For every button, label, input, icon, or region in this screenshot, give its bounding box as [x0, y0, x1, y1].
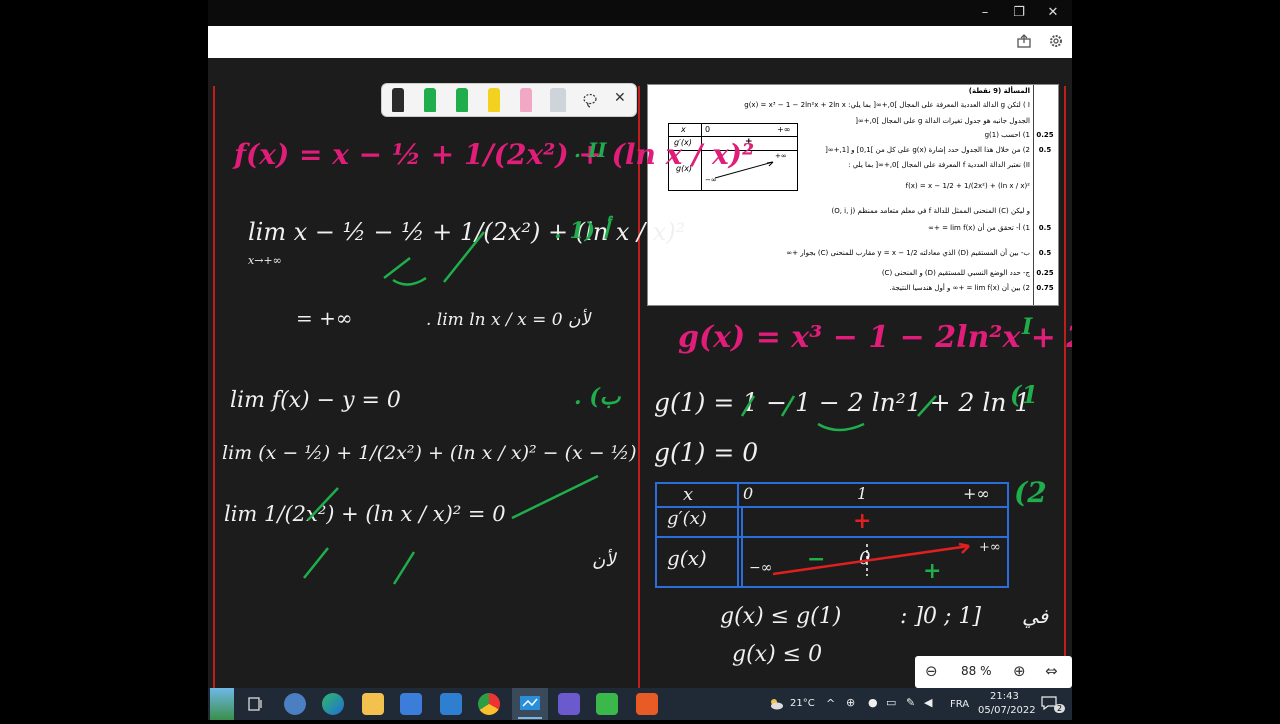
gtable-x-one: 1 — [857, 484, 868, 503]
pen-tool-black[interactable] — [392, 88, 404, 112]
chevron-up-icon[interactable]: ^ — [826, 697, 835, 710]
part-I-label: I — [1022, 314, 1033, 340]
close-toolbar-button[interactable]: ✕ — [614, 90, 626, 106]
camtasia-orange-icon[interactable] — [636, 693, 658, 715]
points-value: 0.25 — [1036, 269, 1054, 277]
gtable-x-label: x — [683, 484, 694, 505]
arabic-in-note: في — [1022, 604, 1049, 628]
question-1-label: (1 — [1010, 380, 1039, 409]
points-value: 0.5 — [1038, 249, 1052, 257]
problem-line: ج- حدد الوضع النسبي للمستقيم (D) و المنح… — [881, 269, 1030, 277]
margin-line-middle — [638, 86, 640, 688]
file-explorer-icon[interactable] — [362, 693, 384, 715]
zoom-in-button[interactable]: ⊕ — [1013, 662, 1026, 680]
points-value: 0.75 — [1036, 284, 1054, 292]
close-button[interactable]: ✕ — [1038, 3, 1068, 23]
inequality-g-le-0: g(x) ≤ 0 — [732, 642, 823, 667]
eraser-tool[interactable] — [520, 88, 532, 112]
clock-time[interactable]: 21:43 — [990, 691, 1019, 702]
pen-toolbar: ✕ — [381, 83, 637, 117]
taskbar: 21°C ^ ⊕ ● ▭ ✎ ◀ FRA 21:43 05/07/2022 2 — [208, 688, 1072, 720]
gtable-gprime-sign: + — [853, 508, 872, 534]
green-strike-marks-g1 — [740, 395, 937, 432]
margin-line-left — [213, 86, 215, 688]
app-icon-purple[interactable] — [558, 693, 580, 715]
part-II-label: . II — [574, 138, 607, 162]
gear-icon[interactable] — [1047, 33, 1065, 51]
app-bar — [208, 26, 1072, 59]
app-icon-blue-round[interactable] — [284, 693, 306, 715]
points-value: 0.5 — [1038, 224, 1052, 232]
problem-statement: المسألة (9 نقطة) I ) لتكن g الدالة العدد… — [647, 84, 1059, 306]
gtable-x-zero: 0 — [743, 484, 754, 503]
maximize-button[interactable]: ❐ — [1004, 3, 1034, 23]
green-strike-marks — [303, 231, 599, 585]
problem-line: 1) أ- تحقق من أن lim f(x) = +∞ — [928, 224, 1030, 232]
table-x-start: 0 — [705, 125, 711, 134]
chrome-icon[interactable] — [478, 693, 500, 715]
problem-line: f(x) = x − 1/2 + 1/(2x²) + (ln x / x)² — [905, 182, 1030, 190]
clock-date[interactable]: 05/07/2022 — [978, 705, 1036, 716]
table-x-label: x — [681, 125, 686, 134]
letterbox-right — [1072, 0, 1280, 720]
language-indicator[interactable]: FRA — [950, 699, 969, 710]
camtasia-green-icon[interactable] — [596, 693, 618, 715]
g-variation-table: x 0 1 +∞ g′(x) + g(x) −∞ 0 +∞ − + — [655, 482, 1009, 588]
zoom-control: ⊖ 88 % ⊕ ⇔ — [915, 656, 1072, 688]
problem-line: 2) من خلال هذا الجدول حدد إشارة g(x) على… — [825, 146, 1030, 154]
widget-thumbnail[interactable] — [210, 688, 234, 720]
interval-label: : ]0 ; 1] — [900, 604, 981, 629]
pen-tool-green-2[interactable] — [456, 88, 468, 112]
gtable-x-inf: +∞ — [963, 484, 990, 503]
letterbox-left — [0, 0, 208, 720]
store-icon[interactable] — [400, 693, 422, 715]
problem-line: و ليكن (C) المنحنى الممثل للدالة f في مع… — [831, 207, 1030, 215]
margin-line-right — [1064, 86, 1066, 688]
problem-line: I ) لتكن g الدالة العددية المعرفة على ال… — [744, 101, 1030, 109]
whiteboard-window: – ❐ ✕ ✕ المسألة (9 نقطة) I) لتكن g الدا… — [208, 0, 1072, 688]
pen-icon[interactable]: ✎ — [906, 696, 915, 709]
problem-line: 2) بين أن lim f(x) = +∞ و أول هندسيا الن… — [889, 284, 1030, 292]
problem-header: المسألة (9 نقطة) — [968, 87, 1030, 95]
gtable-g-label: g(x) — [667, 546, 707, 570]
points-value: 0.5 — [1038, 146, 1052, 154]
highlighter-tool[interactable] — [488, 88, 500, 112]
gtable-gprime-label: g′(x) — [667, 508, 707, 529]
mail-icon[interactable] — [440, 693, 462, 715]
speaker-icon[interactable]: ◀ — [924, 696, 932, 709]
canvas-board[interactable]: ✕ المسألة (9 نقطة) I ) لتكن g الدالة الع… — [208, 58, 1072, 688]
f-definition: f(x) = x − ½ + 1/(2x²) + (ln x / x)² — [234, 138, 755, 171]
g1-result: g(1) = 0 — [654, 438, 759, 467]
problem-line: ب- بين أن المستقيم (D) الذي معادلته y = … — [786, 249, 1030, 257]
whiteboard-app-icon[interactable] — [512, 688, 548, 720]
zoom-out-button[interactable]: ⊖ — [925, 662, 938, 680]
fit-to-screen-button[interactable]: ⇔ — [1045, 662, 1058, 680]
problem-line: 1) احسب g(1) — [984, 131, 1030, 139]
display-icon[interactable]: ▭ — [886, 696, 896, 709]
title-bar: – ❐ ✕ — [208, 0, 1072, 26]
points-value: 0.25 — [1036, 131, 1054, 139]
share-icon[interactable] — [1015, 33, 1033, 51]
ruler-tool[interactable] — [550, 88, 566, 112]
edge-icon[interactable] — [322, 693, 344, 715]
lasso-icon[interactable] — [582, 92, 598, 108]
gtable-increase-arrow — [772, 542, 970, 576]
problem-line: الجدول جانبه هو جدول تغيرات الدالة g على… — [855, 117, 1030, 125]
question-2-label: (2 — [1014, 476, 1047, 509]
limit-subscript-1: x→+∞ — [248, 254, 282, 267]
notification-count: 2 — [1054, 704, 1066, 713]
table-x-end: +∞ — [777, 125, 791, 134]
g-definition: g(x) = x³ − 1 − 2ln²x + 2ln x — [678, 320, 1072, 355]
inequality-g-le-g1: g(x) ≤ g(1) — [720, 604, 842, 629]
network-icon[interactable]: ⊕ — [846, 696, 855, 709]
microphone-icon[interactable]: ● — [868, 696, 878, 709]
gtable-g-pinf: +∞ — [979, 540, 1001, 555]
pen-tool-green[interactable] — [424, 88, 436, 112]
weather-temperature[interactable]: 21°C — [790, 698, 815, 709]
weather-icon[interactable] — [768, 696, 784, 712]
zoom-level: 88 % — [961, 664, 992, 678]
minimize-button[interactable]: – — [970, 3, 1000, 23]
task-view-icon[interactable] — [244, 693, 266, 715]
problem-line: II) نعتبر الدالة العددية f المعرفة على ا… — [848, 161, 1030, 169]
